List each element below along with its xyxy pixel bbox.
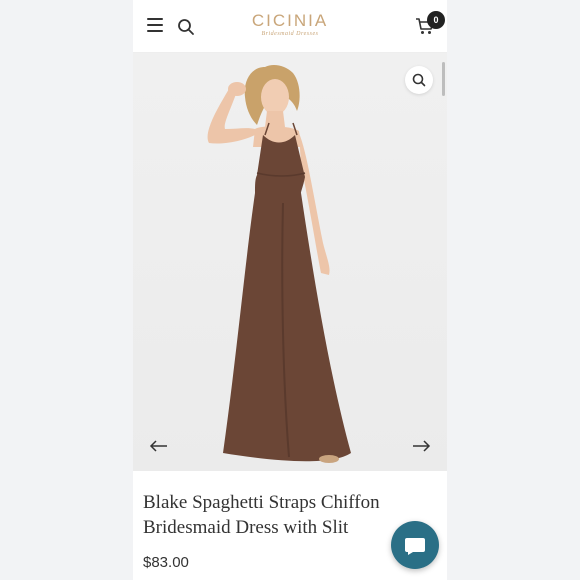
product-title: Blake Spaghetti Straps Chiffon Bridesmai… <box>143 492 380 538</box>
zoom-icon <box>412 73 426 87</box>
product-price: $83.00 <box>143 554 189 571</box>
menu-icon[interactable] <box>147 18 163 32</box>
product-image-gallery[interactable] <box>133 53 447 471</box>
logo-text: CICINIA <box>251 11 329 30</box>
mobile-page: CICINIA Bridesmaid Dresses 0 Blake Spagh… <box>133 0 447 580</box>
logo-tagline: Bridesmaid Dresses <box>261 31 319 37</box>
zoom-button[interactable] <box>405 66 433 94</box>
chat-icon <box>405 538 425 555</box>
site-header: CICINIA Bridesmaid Dresses 0 <box>133 0 447 53</box>
cart-count-badge: 0 <box>427 11 445 29</box>
scrollbar[interactable] <box>442 62 445 96</box>
brand-logo[interactable]: CICINIA Bridesmaid Dresses <box>233 12 347 38</box>
arrow-left-icon[interactable] <box>149 439 169 453</box>
product-photo <box>207 65 351 463</box>
chat-button[interactable] <box>391 521 439 569</box>
arrow-right-icon[interactable] <box>411 439 431 453</box>
search-icon[interactable] <box>177 18 195 36</box>
